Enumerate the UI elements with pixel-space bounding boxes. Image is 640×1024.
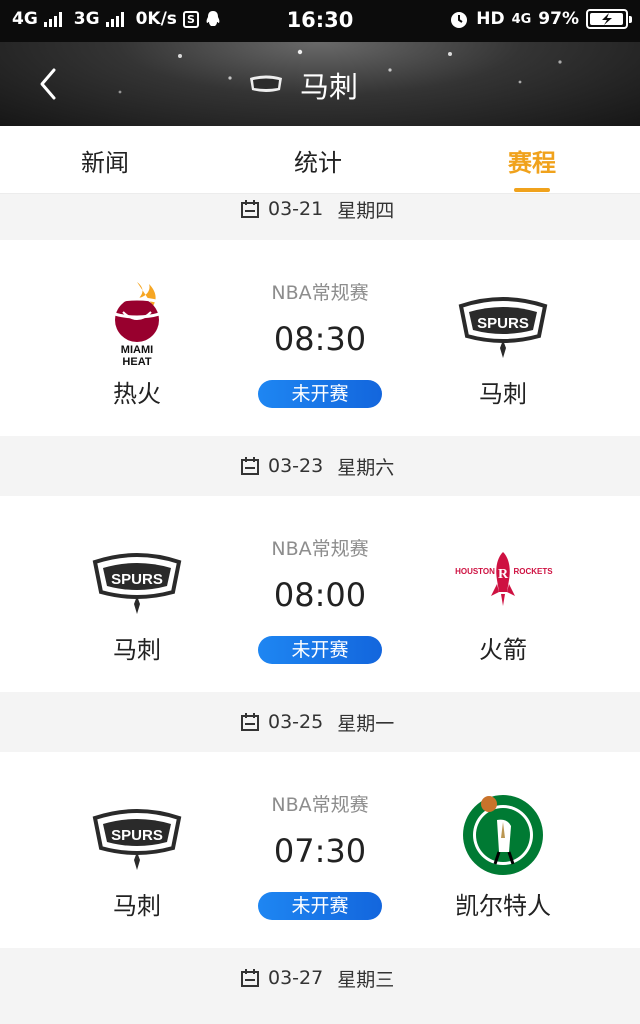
- away-team-name: 凯尔特人: [455, 892, 551, 920]
- home-team[interactable]: SPURS 马刺: [47, 752, 227, 948]
- game-card[interactable]: MIAMI HEAT 热火 NBA常规赛 08:30 未开赛 SPURS 马刺: [0, 240, 640, 436]
- weekday-label: 星期一: [337, 712, 395, 735]
- calendar-icon: [241, 969, 259, 987]
- date-header: 03-25 星期一: [0, 692, 640, 752]
- svg-text:SPURS: SPURS: [477, 315, 529, 332]
- hd-label: HD: [476, 9, 505, 29]
- status-bar: 4G 3G 0K/s S 16:30 HD 4G 97%: [0, 0, 640, 42]
- away-team-name: 火箭: [479, 636, 527, 664]
- battery-percent: 97%: [538, 9, 579, 29]
- league-label: NBA常规赛: [271, 794, 369, 816]
- home-team-name: 热火: [113, 380, 161, 408]
- tab-schedule[interactable]: 赛程: [508, 143, 556, 178]
- date-label: 03-27: [268, 967, 324, 989]
- home-team[interactable]: MIAMI HEAT 热火: [47, 240, 227, 436]
- calendar-icon: [241, 713, 259, 731]
- league-label: NBA常规赛: [271, 282, 369, 304]
- game-info: NBA常规赛 08:00 未开赛: [220, 496, 420, 692]
- home-team-name: 马刺: [113, 636, 161, 664]
- spurs-logo-icon: SPURS: [458, 297, 548, 358]
- away-team[interactable]: SPURS 马刺: [413, 240, 593, 436]
- back-arrow-icon[interactable]: [30, 62, 70, 106]
- weekday-label: 星期四: [337, 199, 395, 222]
- game-time: 08:30: [273, 320, 367, 358]
- game-time: 08:00: [273, 576, 367, 614]
- away-team-name: 马刺: [479, 380, 527, 408]
- date-header: 03-27 星期三: [0, 948, 640, 1008]
- tab-stats[interactable]: 统计: [294, 143, 342, 178]
- svg-text:HOUSTON: HOUSTON: [455, 567, 495, 576]
- status-right: HD 4G 97%: [449, 9, 632, 29]
- spurs-logo-icon: SPURS: [92, 809, 182, 870]
- battery-icon: [586, 9, 632, 29]
- rockets-logo-icon: HOUSTON ROCKETS R: [455, 552, 553, 606]
- home-team[interactable]: SPURS 马刺: [47, 496, 227, 692]
- spurs-logo-icon: SPURS: [92, 553, 182, 614]
- league-label: NBA常规赛: [271, 538, 369, 560]
- page-title: 马刺: [300, 70, 359, 104]
- date-header: 03-23 星期六: [0, 436, 640, 496]
- celtics-logo-icon: [463, 795, 543, 875]
- game-info: NBA常规赛 07:30 未开赛: [220, 752, 420, 948]
- charging-icon: [602, 13, 612, 25]
- date-label: 03-21: [268, 198, 324, 220]
- home-team-name: 马刺: [113, 892, 161, 920]
- game-card[interactable]: SPURS 马刺 NBA常规赛 07:30 未开赛 凯尔特人: [0, 752, 640, 948]
- date-label: 03-23: [268, 455, 324, 477]
- tab-news[interactable]: 新闻: [81, 143, 129, 178]
- calendar-icon: [241, 200, 259, 218]
- game-status-badge: 未开赛: [258, 636, 382, 664]
- date-label: 03-25: [268, 711, 324, 733]
- spurs-logo-icon: [250, 75, 282, 92]
- game-time: 07:30: [273, 832, 367, 870]
- heat-logo-icon: MIAMI HEAT: [105, 282, 169, 368]
- game-card[interactable]: SPURS 马刺 NBA常规赛 08:00 未开赛 HOUSTON ROCKET…: [0, 496, 640, 692]
- svg-text:ROCKETS: ROCKETS: [513, 567, 553, 576]
- alarm-icon: [451, 12, 468, 28]
- svg-text:SPURS: SPURS: [111, 571, 163, 588]
- active-tab-indicator: [514, 188, 550, 192]
- away-team[interactable]: 凯尔特人: [413, 752, 593, 948]
- weekday-label: 星期六: [337, 456, 395, 479]
- svg-text:SPURS: SPURS: [111, 827, 163, 844]
- away-team[interactable]: HOUSTON ROCKETS R 火箭: [413, 496, 593, 692]
- svg-text:HEAT: HEAT: [122, 356, 151, 368]
- network-type-3: 4G: [511, 11, 532, 27]
- game-info: NBA常规赛 08:30 未开赛: [220, 240, 420, 436]
- calendar-icon: [241, 457, 259, 475]
- team-header: 马刺: [0, 42, 640, 126]
- svg-text:MIAMI: MIAMI: [121, 344, 153, 356]
- tab-bar: 新闻 统计 赛程: [0, 126, 640, 194]
- game-status-badge: 未开赛: [258, 892, 382, 920]
- svg-text:R: R: [498, 567, 509, 582]
- game-status-badge: 未开赛: [258, 380, 382, 408]
- weekday-label: 星期三: [337, 968, 395, 991]
